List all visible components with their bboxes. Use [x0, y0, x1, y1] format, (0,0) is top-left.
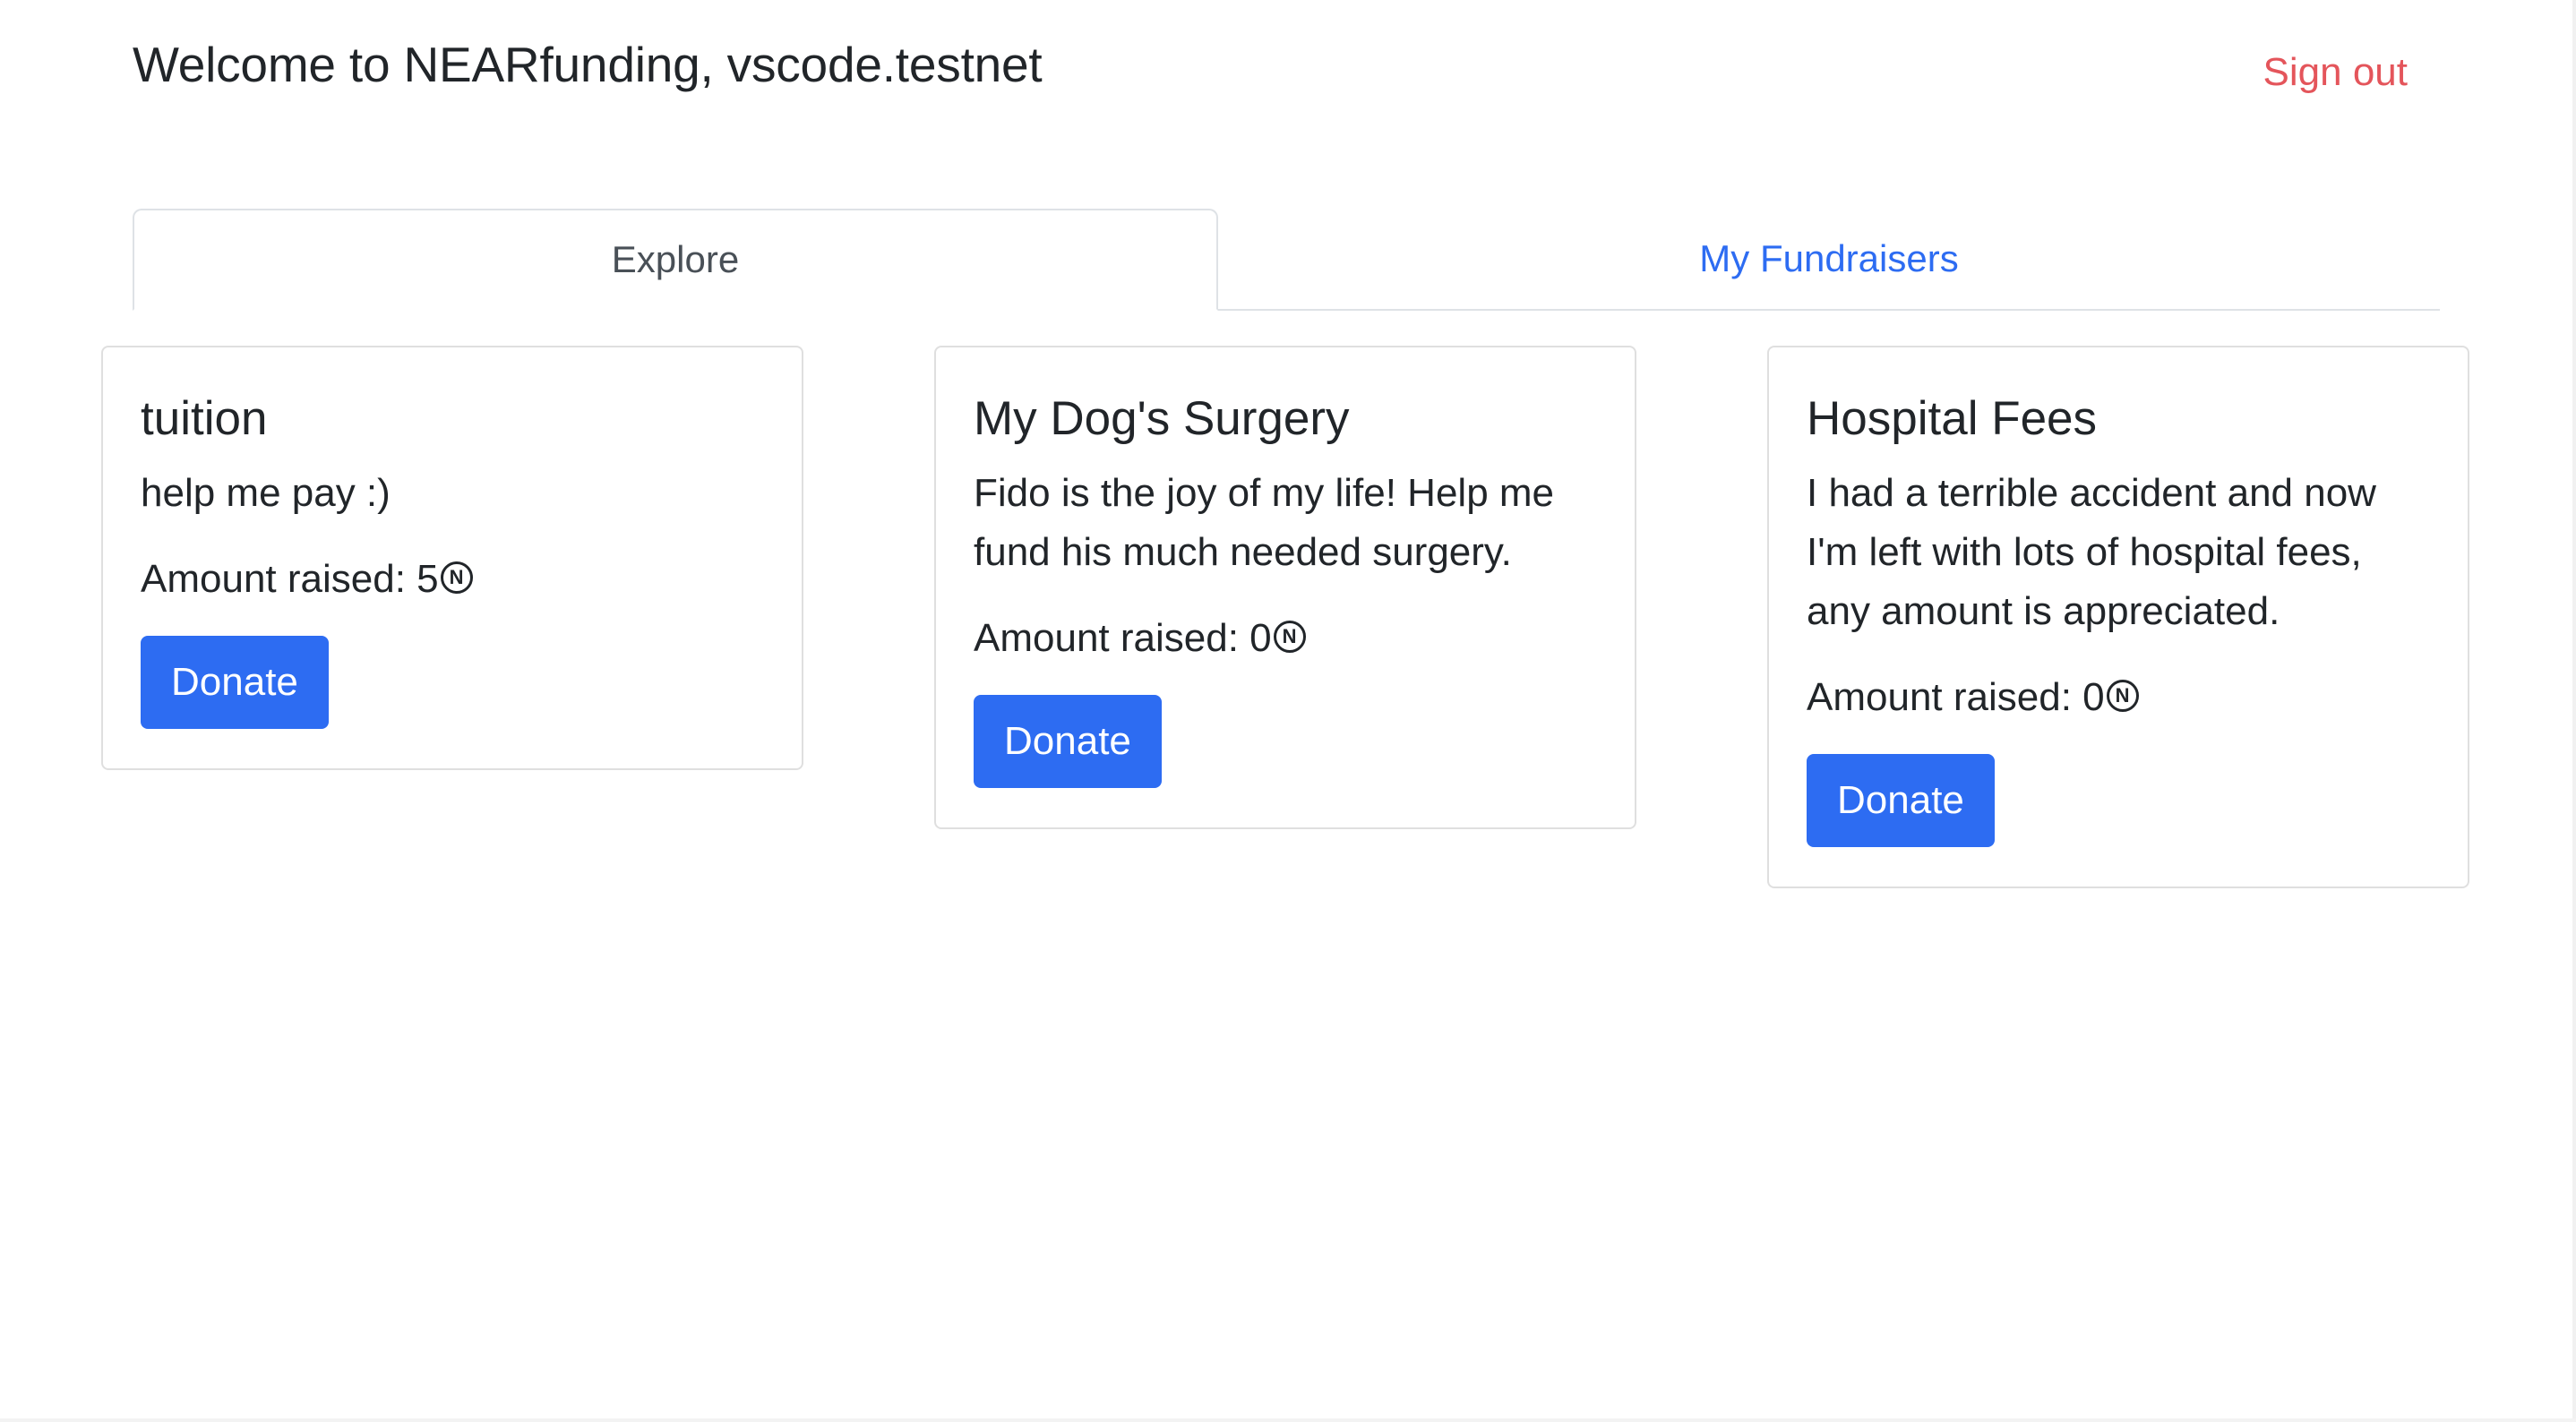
- card-description: help me pay :): [141, 470, 391, 515]
- donate-button[interactable]: Donate: [974, 694, 1162, 788]
- window-bottom-edge: [0, 1418, 2576, 1422]
- amount-raised-text: Amount raised: 5: [141, 556, 439, 601]
- card-title: tuition: [141, 392, 268, 445]
- donate-button[interactable]: Donate: [1807, 753, 1995, 847]
- tab-my-fundraisers[interactable]: My Fundraisers: [1218, 209, 2440, 309]
- window-edge: [2572, 0, 2576, 1422]
- amount-raised: Amount raised: 0N: [1807, 668, 2430, 727]
- amount-raised-text: Amount raised: 0: [1807, 674, 2105, 719]
- header: Welcome to NEARfunding, vscode.testnet S…: [133, 27, 2408, 125]
- amount-raised: Amount raised: 5N: [141, 550, 764, 609]
- tab-bar: Explore My Fundraisers: [133, 209, 2440, 311]
- near-token-icon: N: [1273, 620, 1306, 653]
- welcome-title: Welcome to NEARfunding, vscode.testnet: [133, 37, 1043, 92]
- card-title: Hospital Fees: [1807, 392, 2098, 445]
- near-token-icon: N: [2106, 679, 2139, 712]
- amount-raised-text: Amount raised: 0: [974, 615, 1272, 660]
- card-description: Fido is the joy of my life! Help me fund…: [974, 470, 1555, 574]
- fundraiser-card: My Dog's Surgery Fido is the joy of my l…: [934, 346, 1636, 829]
- donate-button[interactable]: Donate: [141, 635, 329, 729]
- card-description: I had a terrible accident and now I'm le…: [1807, 470, 2376, 633]
- fundraiser-card: Hospital Fees I had a terrible accident …: [1767, 346, 2469, 888]
- tab-explore[interactable]: Explore: [133, 209, 1218, 311]
- fundraiser-card: tuition help me pay :) Amount raised: 5N…: [101, 346, 803, 770]
- near-token-icon: N: [440, 561, 473, 594]
- amount-raised: Amount raised: 0N: [974, 609, 1597, 668]
- sign-out-link[interactable]: Sign out: [2263, 50, 2408, 95]
- card-title: My Dog's Surgery: [974, 392, 1350, 445]
